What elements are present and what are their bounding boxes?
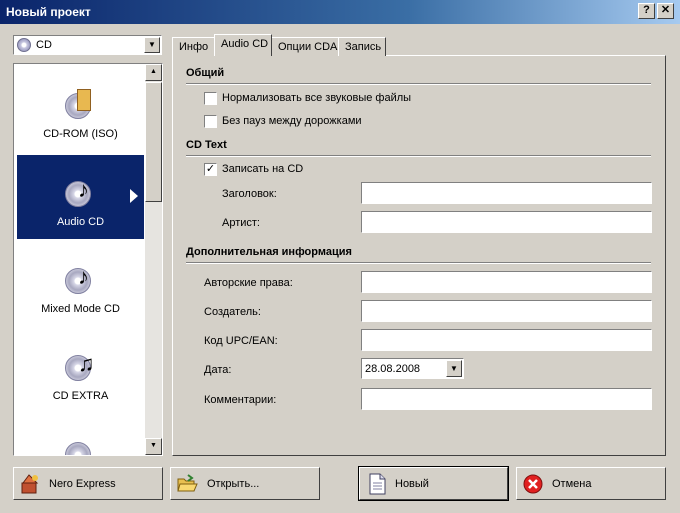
section-cdtext-heading: CD Text xyxy=(186,139,227,151)
no-gaps-label[interactable]: Без пауз между дорожками xyxy=(222,115,362,127)
folder-open-icon xyxy=(176,473,198,495)
section-general-heading: Общий xyxy=(186,67,225,79)
dvd-icon xyxy=(63,436,95,455)
cd-extra-icon: ♫ xyxy=(63,349,95,381)
cd-disc-icon xyxy=(17,38,31,52)
upc-field[interactable] xyxy=(361,329,652,351)
list-item-label: Mixed Mode CD xyxy=(41,303,120,315)
tab-cda-options[interactable]: Опции CDA xyxy=(271,37,339,56)
window-title: Новый проект xyxy=(6,5,91,19)
audio-cd-icon: ♪ xyxy=(63,175,95,207)
open-label: Открыть... xyxy=(207,478,260,490)
new-button[interactable]: Новый xyxy=(358,466,509,501)
list-item-label: CD-ROM (ISO) xyxy=(43,128,118,140)
mixed-mode-cd-icon: ♪ xyxy=(63,262,95,294)
date-picker[interactable]: 28.08.2008 ▼ xyxy=(361,358,464,379)
upc-label: Код UPC/EAN: xyxy=(204,335,278,347)
list-item-audio-cd[interactable]: ♪ Audio CD xyxy=(17,155,144,239)
selected-arrow-icon xyxy=(130,189,138,203)
help-button[interactable]: ? xyxy=(638,3,655,19)
normalize-checkbox[interactable] xyxy=(204,92,217,105)
artist-field[interactable] xyxy=(361,211,652,233)
cancel-button[interactable]: Отмена xyxy=(516,467,666,500)
creator-field[interactable] xyxy=(361,300,652,322)
list-item-partial[interactable] xyxy=(17,416,144,455)
tab-info[interactable]: Инфо xyxy=(172,37,215,56)
write-cdtext-checkbox[interactable]: ✓ xyxy=(204,163,217,176)
vertical-scrollbar[interactable]: ▲ ▼ xyxy=(145,64,162,455)
scroll-up-button[interactable]: ▲ xyxy=(145,64,162,81)
tab-burn[interactable]: Запись xyxy=(338,37,386,56)
close-button[interactable]: ✕ xyxy=(657,3,674,19)
cdrom-iso-icon xyxy=(63,87,95,119)
scroll-thumb[interactable] xyxy=(145,82,162,202)
list-item-cd-extra[interactable]: ♫ CD EXTRA xyxy=(17,329,144,413)
date-label: Дата: xyxy=(204,364,232,376)
copyright-field[interactable] xyxy=(361,271,652,293)
no-gaps-checkbox[interactable] xyxy=(204,115,217,128)
tab-audio-cd[interactable]: Audio CD xyxy=(214,34,272,56)
artist-label: Артист: xyxy=(222,217,260,229)
list-item-mixed-mode-cd[interactable]: ♪ Mixed Mode CD xyxy=(17,242,144,326)
cancel-label: Отмена xyxy=(552,478,592,490)
title-field[interactable] xyxy=(361,182,652,204)
comments-field[interactable] xyxy=(361,388,652,410)
list-item-label: Audio CD xyxy=(56,216,105,228)
chevron-down-icon[interactable]: ▼ xyxy=(446,360,462,377)
nero-express-icon xyxy=(19,473,41,495)
title-bar: Новый проект ? ✕ xyxy=(0,0,680,24)
nero-express-button[interactable]: Nero Express xyxy=(13,467,163,500)
cancel-icon xyxy=(522,473,544,495)
divider xyxy=(186,155,651,157)
copyright-label: Авторские права: xyxy=(204,277,293,289)
list-item-label: CD EXTRA xyxy=(52,390,109,402)
write-cdtext-label[interactable]: Записать на CD xyxy=(222,163,303,175)
project-type-value: CD xyxy=(36,39,52,51)
new-label: Новый xyxy=(395,478,429,490)
normalize-label[interactable]: Нормализовать все звуковые файлы xyxy=(222,92,411,104)
date-value: 28.08.2008 xyxy=(365,363,421,375)
nero-express-label: Nero Express xyxy=(49,478,116,490)
scroll-down-button[interactable]: ▼ xyxy=(145,438,162,455)
comments-label: Комментарии: xyxy=(204,394,277,406)
section-extra-heading: Дополнительная информация xyxy=(186,246,352,258)
divider xyxy=(186,83,651,85)
project-type-combo[interactable]: CD ▼ xyxy=(13,35,162,55)
new-document-icon xyxy=(366,473,388,495)
divider xyxy=(186,262,651,264)
chevron-down-icon[interactable]: ▼ xyxy=(144,37,160,53)
list-item-cdrom-iso[interactable]: CD-ROM (ISO) xyxy=(17,67,144,151)
open-button[interactable]: Открыть... xyxy=(170,467,320,500)
creator-label: Создатель: xyxy=(204,306,261,318)
title-label: Заголовок: xyxy=(222,188,277,200)
project-type-list: CD-ROM (ISO) ♪ Audio CD ♪ Mixed Mode CD … xyxy=(13,63,163,456)
